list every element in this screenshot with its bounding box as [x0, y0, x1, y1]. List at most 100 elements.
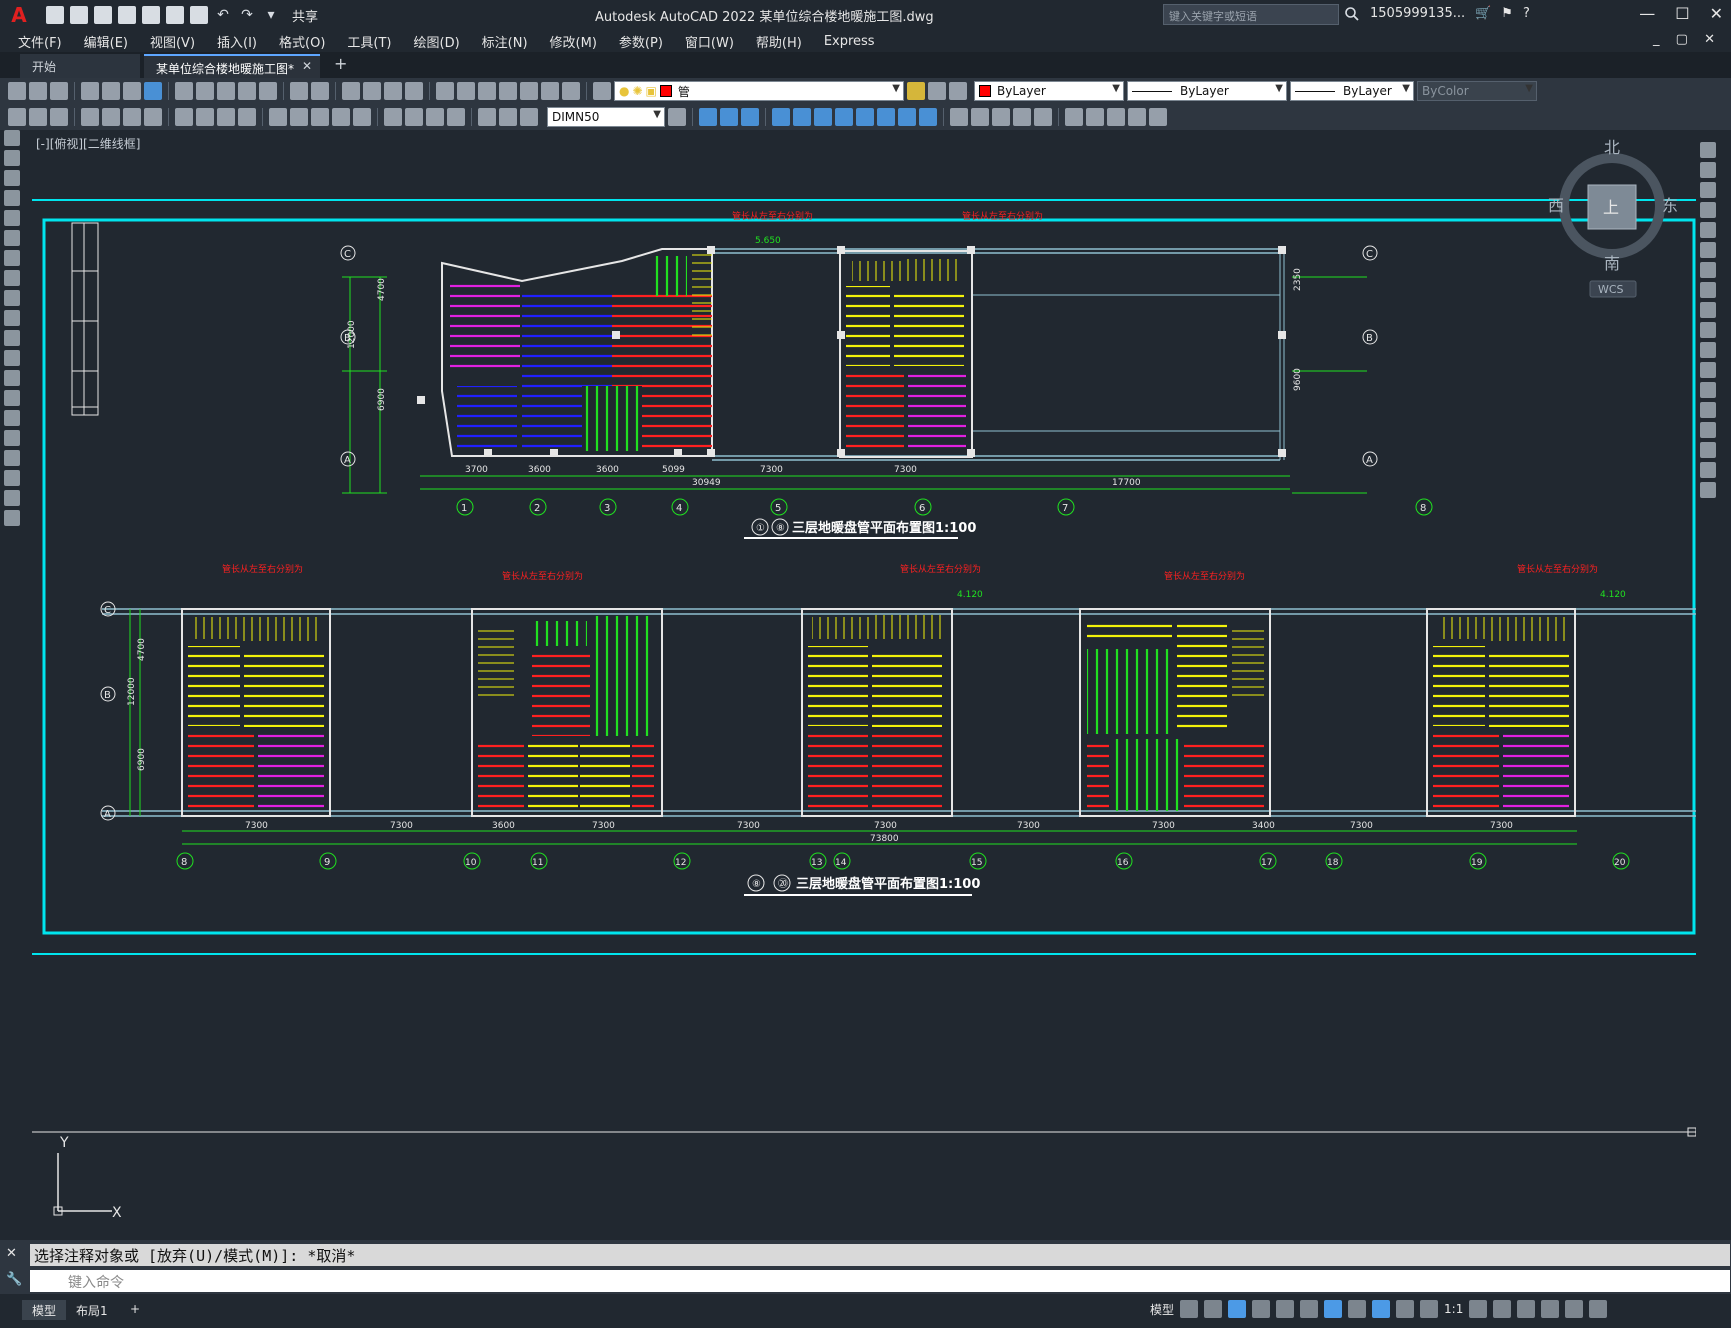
a360-icon[interactable]: ⚑	[1501, 6, 1513, 21]
dim-break-icon[interactable]	[353, 108, 371, 126]
update-fields-icon[interactable]	[29, 108, 47, 126]
bulb-icon[interactable]: ●	[619, 84, 629, 98]
plot-icon[interactable]	[81, 82, 99, 100]
menu-window[interactable]: 窗口(W)	[685, 32, 734, 51]
copy-icon[interactable]	[196, 82, 214, 100]
stretch-icon[interactable]	[1700, 302, 1716, 318]
move-icon[interactable]	[814, 108, 832, 126]
tab-start[interactable]: 开始	[20, 54, 140, 78]
lineweight-select[interactable]: ByLayer ▼	[1290, 81, 1414, 101]
auto-scale-icon[interactable]	[1396, 1300, 1415, 1318]
zoom-window-icon[interactable]	[384, 82, 402, 100]
menu-express[interactable]: Express	[824, 34, 875, 49]
mirror-icon[interactable]	[1700, 182, 1716, 198]
zoom-realtime-icon[interactable]	[363, 82, 381, 100]
dim-space-icon[interactable]	[332, 108, 350, 126]
menu-help[interactable]: 帮助(H)	[756, 32, 802, 51]
explode-icon[interactable]	[1034, 108, 1052, 126]
dim-continue-icon[interactable]	[311, 108, 329, 126]
layer-select[interactable]: ● ✺ ▣ 管 ▼	[614, 81, 904, 101]
text-front-icon[interactable]	[1128, 108, 1146, 126]
menu-format[interactable]: 格式(O)	[279, 32, 325, 51]
lock-icon[interactable]: ▣	[646, 84, 657, 98]
layer-previous-icon[interactable]	[928, 82, 946, 100]
save-web-icon[interactable]	[166, 6, 184, 24]
break-icon[interactable]	[950, 108, 968, 126]
command-input[interactable]: 键入命令	[30, 1270, 1730, 1292]
match-prop-icon[interactable]	[238, 82, 256, 100]
dim-arc-icon[interactable]	[123, 108, 141, 126]
rotate-icon[interactable]	[835, 108, 853, 126]
tab-model[interactable]: 模型	[22, 1300, 67, 1320]
offset-icon[interactable]	[772, 108, 790, 126]
3dprint-icon[interactable]	[144, 82, 162, 100]
join-icon[interactable]	[971, 108, 989, 126]
linetype-select[interactable]: ByLayer ▼	[1127, 81, 1287, 101]
drawing-viewport[interactable]: [-][俯视][二维线框] C B A 4700 12000 6900 C B …	[32, 131, 1696, 1238]
open-icon[interactable]	[29, 82, 47, 100]
break-icon[interactable]	[1700, 382, 1716, 398]
wipeout-icon[interactable]	[8, 108, 26, 126]
new-icon[interactable]	[46, 6, 64, 24]
table-icon[interactable]	[4, 470, 20, 486]
fillet-icon[interactable]	[1700, 442, 1716, 458]
bring-front-icon[interactable]	[1086, 108, 1104, 126]
dim-baseline-icon[interactable]	[290, 108, 308, 126]
layer-properties-icon[interactable]	[593, 82, 611, 100]
sheet-set-icon[interactable]	[499, 82, 517, 100]
ellipse-icon[interactable]	[4, 310, 20, 326]
dim-diameter-icon[interactable]	[217, 108, 235, 126]
help-icon[interactable]: ?	[1523, 6, 1530, 21]
search-input[interactable]: 键入关键字或短语	[1163, 4, 1339, 25]
compass-east[interactable]: 东	[1662, 196, 1678, 215]
design-center-icon[interactable]	[457, 82, 475, 100]
grid-icon[interactable]	[1180, 1300, 1199, 1318]
compass-south[interactable]: 南	[1604, 254, 1620, 273]
copy-object-icon[interactable]	[720, 108, 738, 126]
center-mark-icon[interactable]	[405, 108, 423, 126]
extend-icon[interactable]	[919, 108, 937, 126]
search-icon[interactable]	[1344, 6, 1360, 22]
color-select[interactable]: ByLayer ▼	[974, 81, 1124, 101]
fillet-icon[interactable]	[1013, 108, 1031, 126]
cut-icon[interactable]	[175, 82, 193, 100]
stretch-icon[interactable]	[877, 108, 895, 126]
dim-update-icon[interactable]	[520, 108, 538, 126]
lineweight-icon[interactable]	[1348, 1300, 1367, 1318]
inspect-icon[interactable]	[426, 108, 444, 126]
dim-jogged-icon[interactable]	[196, 108, 214, 126]
qnew-icon[interactable]	[8, 82, 26, 100]
fullscreen-icon[interactable]	[1565, 1300, 1584, 1318]
hatch-icon[interactable]	[50, 108, 68, 126]
offset-icon[interactable]	[1700, 202, 1716, 218]
gradient-icon[interactable]	[4, 430, 20, 446]
new-tab-button[interactable]: +	[326, 54, 356, 78]
dimstyle-icon[interactable]	[668, 108, 686, 126]
line-icon[interactable]	[4, 130, 20, 146]
annotation-scale-icon[interactable]	[1420, 1300, 1439, 1318]
dimstyle-select[interactable]: DIMN50 ▼	[547, 107, 665, 127]
pan-icon[interactable]	[342, 82, 360, 100]
menu-dimension[interactable]: 标注(N)	[482, 32, 528, 51]
compass-north[interactable]: 北	[1604, 138, 1620, 157]
customize-qat-icon[interactable]: ▾	[262, 6, 280, 24]
mtext-icon[interactable]	[4, 490, 20, 506]
revcloud-icon[interactable]	[4, 270, 20, 286]
dim-radius-icon[interactable]	[175, 108, 193, 126]
tab-layout1[interactable]: 布局1	[66, 1300, 118, 1320]
copy-icon[interactable]	[1700, 162, 1716, 178]
trim-icon[interactable]	[1700, 322, 1716, 338]
properties-icon[interactable]	[436, 82, 454, 100]
insert-block-icon[interactable]	[4, 350, 20, 366]
markup-icon[interactable]	[520, 82, 538, 100]
mirror-icon[interactable]	[741, 108, 759, 126]
compass-west[interactable]: 西	[1548, 196, 1564, 215]
region-icon[interactable]	[4, 450, 20, 466]
tab-close-icon[interactable]: ✕	[302, 59, 312, 73]
menu-tools[interactable]: 工具(T)	[347, 32, 391, 51]
undo-icon[interactable]	[290, 82, 308, 100]
blend-icon[interactable]	[1700, 462, 1716, 478]
object-snap-icon[interactable]	[1324, 1300, 1343, 1318]
menu-insert[interactable]: 插入(I)	[217, 32, 257, 51]
dim-ordinate-icon[interactable]	[144, 108, 162, 126]
